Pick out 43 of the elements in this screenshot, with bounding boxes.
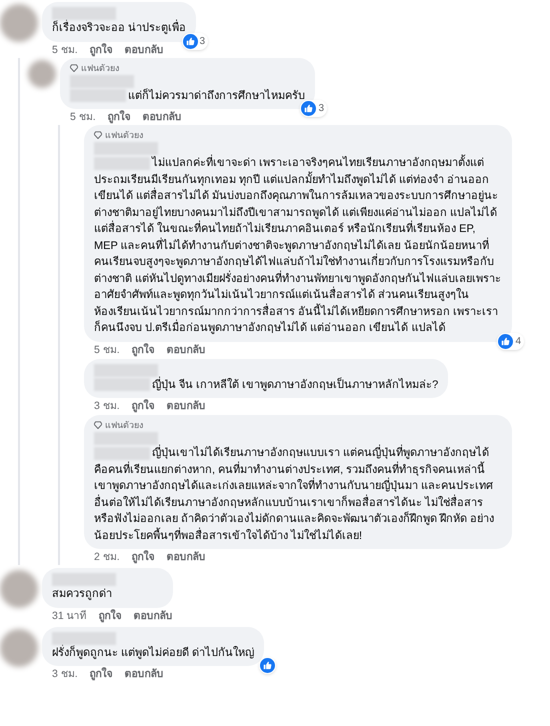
comment-time: 5 ชม. xyxy=(52,42,78,58)
comment-action-link[interactable]: ตอบกลับ xyxy=(124,42,164,58)
thumbs-up-icon xyxy=(260,658,276,673)
comment-text: ญี่ปุ่นเขาไม่ได้เรียนภาษาอังกฤษแบบเรา แต่คนญี่ปุ่นที่พูดภาษาอังกฤษได้คือคนที่เรียนแยกต่างหาก, คนที่มาทำงานต่างประเทศ, รวมถึงคนที่ทำธุรกิจคนเหล่านี้เขาพูดภาษาอังกฤษได้และเก่งเลยแหล่ะจากใจที่ทำงานกับนายญี่ปุ่นมา และคนประเทศอื่นต่อให้ไม่ได้เรียนภาษาอังกฤษหลักแบบบ้านเราเขาก็พอสื่อสารได้นะ ไม่ใช่สื่อสารหรือฟังไม่ออกเลย ถ้าคิดว่าตัวเองไม่ดักดานและคิดจะพัฒนาตัวเองก็ฝึกพูด ฝึกหัด อย่างน้อยประโยคพื้นๆที่พอสื่อสารเข้าใจได้บ้าง ไม่ใช่ไม่ได้เลย! xyxy=(94,445,502,544)
comment-text: ฝรั่งก็พูดถูกนะ แต่พูดไม่ค่อยดี ด่าไปกันใหญ่ xyxy=(52,644,254,661)
diamond-icon xyxy=(94,421,102,429)
thumbs-up-icon xyxy=(182,34,198,48)
reaction-count[interactable] xyxy=(259,657,276,674)
avatar[interactable] xyxy=(0,4,38,42)
thumbs-up-icon xyxy=(301,101,316,116)
badge-label: แฟนตัวยง xyxy=(105,129,143,141)
comment-action-link[interactable]: ถูกใจ xyxy=(90,666,113,682)
comment-action-link[interactable]: ตอบกลับ xyxy=(142,109,182,125)
comment-text: ญี่ปุ่น จีน เกาหลีใต้ เขาพูดภาษาอังกฤษเป็นภาษาหลักไหมล่ะ? xyxy=(94,376,438,393)
badge-label: แฟนตัวยง xyxy=(81,62,119,74)
diamond-icon xyxy=(94,131,102,139)
comment-action-link[interactable]: ตอบกลับ xyxy=(124,666,164,682)
comment-action-link[interactable]: ถูกใจ xyxy=(132,342,155,358)
comment-action-link[interactable]: ถูกใจ xyxy=(132,398,155,414)
thumbs-up-icon xyxy=(498,334,514,348)
diamond-icon xyxy=(70,64,78,72)
avatar[interactable] xyxy=(0,570,38,608)
avatar[interactable] xyxy=(0,628,38,666)
comment-time: 5 ชม. xyxy=(70,110,96,125)
badge-label: แฟนตัวยง xyxy=(105,419,143,431)
avatar[interactable] xyxy=(28,60,56,88)
comment-action-link[interactable]: ถูกใจ xyxy=(108,109,131,125)
comment-action-link[interactable]: ถูกใจ xyxy=(132,549,155,565)
comment-action-link[interactable]: ถูกใจ xyxy=(98,608,122,624)
comment-action-link[interactable]: ตอบกลับ xyxy=(134,608,173,624)
reaction-count[interactable]: 3 xyxy=(300,100,327,117)
reaction-count[interactable]: 3 xyxy=(182,32,208,50)
comment-action-link[interactable]: ตอบกลับ xyxy=(166,549,206,565)
comment-time: 2 ชม. xyxy=(94,550,120,565)
comment-text: สมควรถูกด่า xyxy=(52,587,113,602)
comment-action-link[interactable]: ถูกใจ xyxy=(90,42,113,58)
comment-action-link[interactable]: ตอบกลับ xyxy=(166,342,206,358)
reaction-count[interactable]: 4 xyxy=(497,332,524,350)
comment-time: 31 นาที xyxy=(52,608,87,624)
comment-time: 3 ชม. xyxy=(94,399,120,414)
comment-time: 5 ชม. xyxy=(94,342,120,358)
comment-action-link[interactable]: ตอบกลับ xyxy=(166,398,206,414)
comment-time: 3 ชม. xyxy=(52,667,78,682)
